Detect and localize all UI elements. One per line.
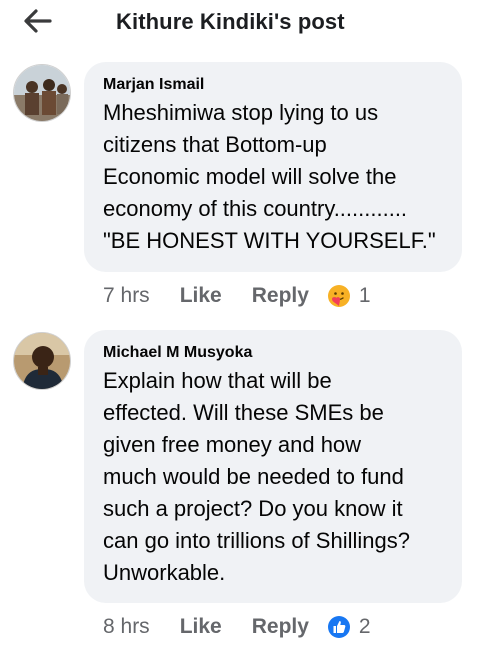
like-reaction-icon — [327, 616, 350, 638]
page-title: Kithure Kindiki's post — [116, 9, 345, 34]
comment-bubble: Michael M Musyoka Explain how that will … — [84, 330, 462, 603]
comment-text-line: such a project? Do you know it — [103, 496, 403, 521]
comment-author[interactable]: Marjan Ismail — [103, 75, 448, 95]
comment-text-line: Mheshimiwa stop lying to us — [103, 100, 379, 125]
comment-text-line: "BE HONEST WITH YOURSELF." — [103, 228, 436, 253]
comment-text: Mheshimiwa stop lying to us citizens tha… — [103, 97, 448, 257]
reply-button[interactable]: Reply — [252, 615, 309, 639]
comment-actions: 8 hrs Like Reply 2 — [103, 612, 371, 642]
care-reaction-icon — [327, 285, 350, 307]
reactions-summary[interactable]: 1 — [327, 284, 371, 308]
reaction-count: 2 — [358, 615, 371, 638]
comment-text-line: much would be needed to fund — [103, 464, 404, 489]
comment-author[interactable]: Michael M Musyoka — [103, 343, 448, 363]
comment-text-line: Economic model will solve the — [103, 164, 397, 189]
reply-button[interactable]: Reply — [252, 284, 309, 308]
comment-actions: 7 hrs Like Reply 1 — [103, 281, 371, 311]
comment-text-line: Unworkable. — [103, 560, 226, 585]
like-button[interactable]: Like — [180, 284, 222, 308]
comment-timestamp[interactable]: 7 hrs — [103, 284, 150, 308]
comment-text-line: citizens that Bottom-up — [103, 132, 327, 157]
comment-text-line: economy of this country............ — [103, 196, 408, 221]
comment-text-line: given free money and how — [103, 432, 362, 457]
back-arrow-icon[interactable] — [20, 6, 54, 36]
comment-text-line: Explain how that will be — [103, 368, 332, 393]
like-button[interactable]: Like — [180, 615, 222, 639]
avatar[interactable] — [13, 332, 71, 390]
comment-timestamp[interactable]: 8 hrs — [103, 615, 150, 639]
post-header: Kithure Kindiki's post — [0, 0, 480, 48]
reactions-summary[interactable]: 2 — [327, 615, 371, 639]
reaction-count: 1 — [358, 284, 371, 307]
comment-text-line: effected. Will these SMEs be — [103, 400, 384, 425]
comment-text: Explain how that will be effected. Will … — [103, 365, 448, 589]
comment-text-line: can go into trillions of Shillings? — [103, 528, 410, 553]
comment-bubble: Marjan Ismail Mheshimiwa stop lying to u… — [84, 62, 462, 272]
avatar[interactable] — [13, 64, 71, 122]
